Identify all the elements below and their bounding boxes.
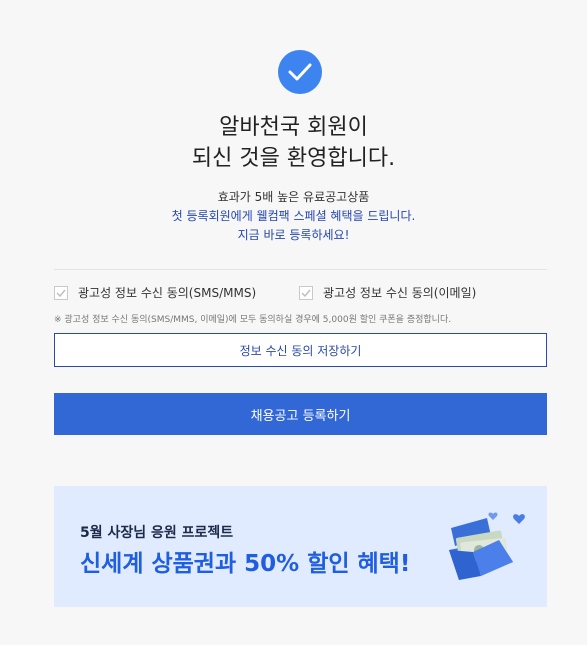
sms-consent-label[interactable]: 광고성 정보 수신 동의(SMS/MMS) [78,284,256,301]
save-consent-button[interactable]: 정보 수신 동의 저장하기 [54,333,547,367]
welcome-title-line1: 알바천국 회원이 [219,115,368,140]
consent-note: ※ 광고성 정보 수신 동의(SMS/MMS, 이메일)에 모두 동의하실 경우… [54,315,452,325]
sms-consent-checkbox[interactable] [54,285,68,300]
promo-text: 효과가 5배 높은 유료공고상품 첫 등록회원에게 웰컴팩 스페셜 혜택을 드립… [0,188,587,245]
promo-line1: 효과가 5배 높은 유료공고상품 [217,190,370,204]
email-consent[interactable]: 광고성 정보 수신 동의(이메일) [299,284,476,301]
post-job-button[interactable]: 채용공고 등록하기 [54,393,547,435]
gift-box-icon [449,512,525,580]
welcome-page: 알바천국 회원이 되신 것을 환영합니다. 효과가 5배 높은 유료공고상품 첫… [0,0,587,645]
checkmark-icon [56,289,66,297]
promo-line3: 지금 바로 등록하세요! [237,228,350,242]
promo-banner[interactable]: 5월 사장님 응원 프로젝트 신세계 상품권과 50% 할인 혜택! [54,486,547,607]
welcome-title-line2: 되신 것을 환영합니다. [191,146,396,171]
welcome-title: 알바천국 회원이 되신 것을 환영합니다. [0,112,587,174]
sms-consent[interactable]: 광고성 정보 수신 동의(SMS/MMS) [54,284,256,301]
promo-line2: 첫 등록회원에게 웰컴팩 스페셜 혜택을 드립니다. [171,209,416,223]
email-consent-checkbox[interactable] [299,285,313,300]
checkmark-icon [301,289,311,297]
banner-subtitle: 5월 사장님 응원 프로젝트 [80,525,234,541]
email-consent-label[interactable]: 광고성 정보 수신 동의(이메일) [323,284,476,301]
banner-title: 신세계 상품권과 50% 할인 혜택! [80,551,411,577]
check-circle-icon [278,50,322,94]
divider [54,269,547,270]
